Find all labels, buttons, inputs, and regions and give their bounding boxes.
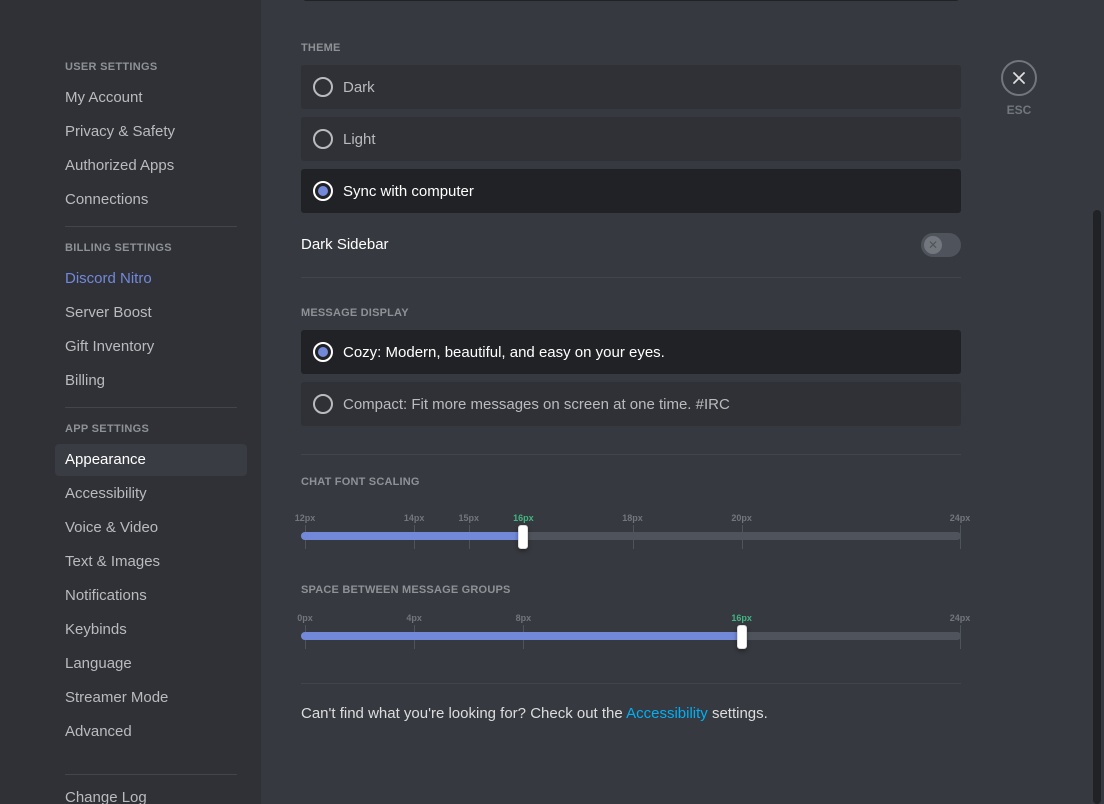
theme-option-label: Sync with computer xyxy=(343,182,474,200)
dark-sidebar-label: Dark Sidebar xyxy=(301,236,389,253)
slider-fill xyxy=(301,532,524,540)
slider-tick-label: 24px xyxy=(949,613,971,623)
theme-section-label: THEME xyxy=(301,42,341,54)
radio-icon[interactable] xyxy=(313,394,333,414)
slider-tick-label: 20px xyxy=(731,513,752,523)
message-display-option-label: Compact: Fit more messages on screen at … xyxy=(343,395,730,413)
slider-tick-label: 16px xyxy=(731,613,752,623)
preview-box-edge xyxy=(303,0,959,1)
radio-checked-icon[interactable] xyxy=(313,342,333,362)
slider-grabber[interactable] xyxy=(736,625,747,649)
chat-font-scaling-slider[interactable]: 12px 14px 15px 16px 18px 20px 24px xyxy=(295,513,970,553)
message-spacing-slider[interactable]: 0px 4px 8px 16px 24px xyxy=(297,613,970,653)
scrollbar[interactable] xyxy=(1090,0,1104,804)
sidebar-item-server-boost[interactable]: Server Boost xyxy=(55,297,247,329)
slider-tick-label: 14px xyxy=(403,513,425,523)
sidebar-item-billing[interactable]: Billing xyxy=(55,365,247,397)
sidebar-item-gift-inventory[interactable]: Gift Inventory xyxy=(55,331,247,363)
section-divider xyxy=(301,277,961,278)
theme-option-label: Dark xyxy=(343,78,375,96)
accessibility-hint: Can't find what you're looking for? Chec… xyxy=(301,705,768,722)
close-icon xyxy=(1013,72,1025,84)
sidebar-separator xyxy=(65,774,237,775)
sidebar-item-text-images[interactable]: Text & Images xyxy=(55,546,247,578)
slider-tick-label: 12px xyxy=(294,513,316,523)
message-display-label: MESSAGE DISPLAY xyxy=(301,307,409,319)
sidebar-separator xyxy=(65,407,237,408)
slider-grabber[interactable] xyxy=(518,525,529,549)
hint-prefix: Can't find what you're looking for? Chec… xyxy=(301,705,623,722)
slider-tick-label: 24px xyxy=(949,513,971,523)
sidebar-item-advanced[interactable]: Advanced xyxy=(55,716,247,748)
message-display-option-compact[interactable]: Compact: Fit more messages on screen at … xyxy=(301,382,961,426)
radio-icon[interactable] xyxy=(313,129,333,149)
user-settings-header: USER SETTINGS xyxy=(65,61,158,73)
chat-font-scaling-label: CHAT FONT SCALING xyxy=(301,476,420,488)
sidebar-item-privacy-safety[interactable]: Privacy & Safety xyxy=(55,116,247,148)
scrollbar-thumb[interactable] xyxy=(1093,210,1101,804)
radio-checked-icon[interactable] xyxy=(313,181,333,201)
theme-option-dark[interactable]: Dark xyxy=(301,65,961,109)
sidebar-item-discord-nitro[interactable]: Discord Nitro xyxy=(55,263,247,295)
dark-sidebar-toggle[interactable]: ✕ xyxy=(921,233,961,257)
radio-icon[interactable] xyxy=(313,77,333,97)
slider-tick-label: 8px xyxy=(515,613,532,623)
theme-option-label: Light xyxy=(343,130,376,148)
section-divider xyxy=(301,683,961,684)
sidebar-item-language[interactable]: Language xyxy=(55,648,247,680)
sidebar-item-streamer-mode[interactable]: Streamer Mode xyxy=(55,682,247,714)
hint-suffix: settings. xyxy=(711,705,768,722)
close-settings[interactable]: ESC xyxy=(1001,60,1037,117)
slider-tick-label: 4px xyxy=(406,613,422,623)
billing-settings-header: BILLING SETTINGS xyxy=(65,242,172,254)
message-spacing-label: SPACE BETWEEN MESSAGE GROUPS xyxy=(301,584,511,596)
esc-label: ESC xyxy=(1006,103,1032,117)
sidebar-item-change-log[interactable]: Change Log xyxy=(55,782,247,804)
slider-tick-label: 18px xyxy=(622,513,643,523)
appearance-panel: THEME Dark Light Sync with computer Dark… xyxy=(261,0,1090,804)
sidebar-item-authorized-apps[interactable]: Authorized Apps xyxy=(55,150,247,182)
sidebar-item-appearance[interactable]: Appearance xyxy=(55,444,247,476)
sidebar-separator xyxy=(65,226,237,227)
section-divider xyxy=(301,454,961,455)
accessibility-link[interactable]: Accessibility xyxy=(626,705,708,722)
slider-tick-label: 0px xyxy=(297,613,313,623)
message-display-option-label: Cozy: Modern, beautiful, and easy on you… xyxy=(343,343,665,361)
sidebar-item-connections[interactable]: Connections xyxy=(55,184,247,216)
sidebar-item-notifications[interactable]: Notifications xyxy=(55,580,247,612)
slider-tick-label: 16px xyxy=(513,513,534,523)
theme-option-light[interactable]: Light xyxy=(301,117,961,161)
sidebar-item-keybinds[interactable]: Keybinds xyxy=(55,614,247,646)
close-button[interactable] xyxy=(1001,60,1037,96)
sidebar-item-accessibility[interactable]: Accessibility xyxy=(55,478,247,510)
slider-tick-label: 15px xyxy=(458,513,480,523)
message-display-option-cozy[interactable]: Cozy: Modern, beautiful, and easy on you… xyxy=(301,330,961,374)
toggle-off-icon: ✕ xyxy=(924,236,942,254)
slider-fill xyxy=(301,632,742,640)
settings-sidebar: USER SETTINGS My Account Privacy & Safet… xyxy=(0,0,261,804)
theme-option-sync[interactable]: Sync with computer xyxy=(301,169,961,213)
sidebar-item-my-account[interactable]: My Account xyxy=(55,82,247,114)
app-settings-header: APP SETTINGS xyxy=(65,423,150,435)
sidebar-item-voice-video[interactable]: Voice & Video xyxy=(55,512,247,544)
